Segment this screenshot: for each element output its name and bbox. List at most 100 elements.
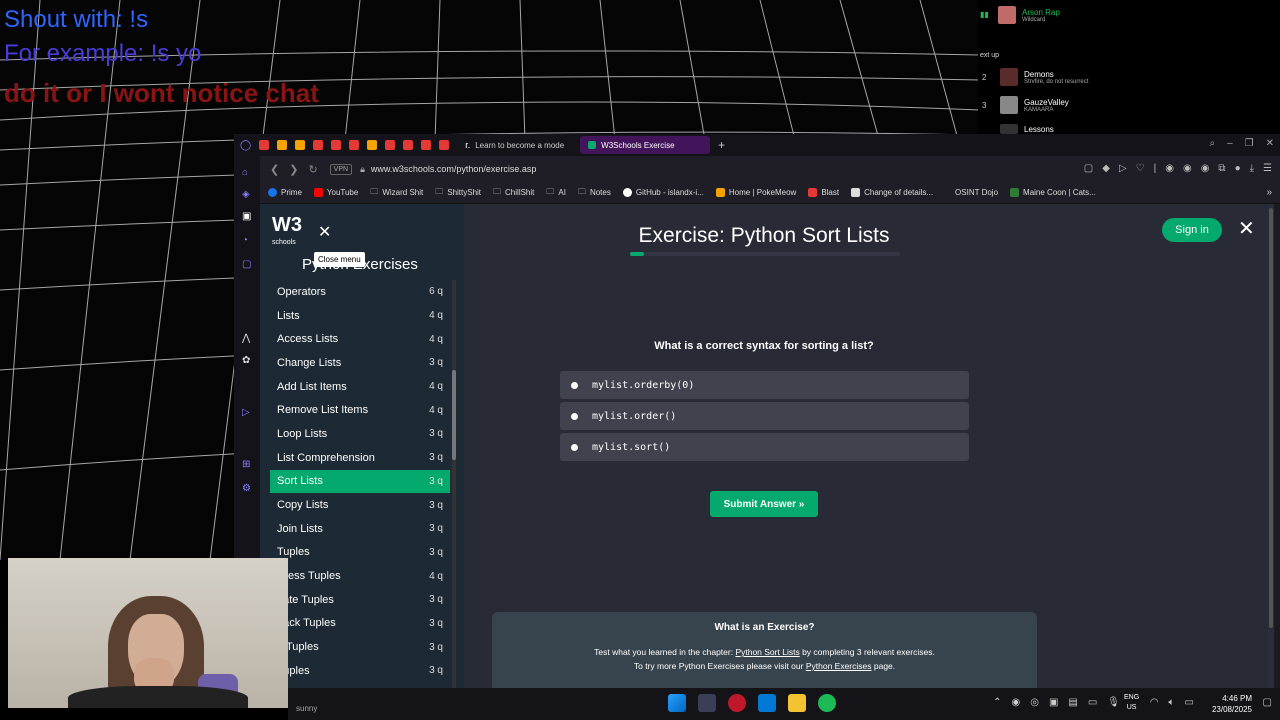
bookmark-maine-coon[interactable]: Maine Coon | Cats... [1010,188,1096,197]
python-exercises-link[interactable]: Python Exercises [806,661,872,671]
pinned-tab-icon[interactable] [295,140,306,150]
forward-icon[interactable]: ❯ [289,163,298,176]
submit-answer-button[interactable]: Submit Answer » [710,491,818,517]
pinned-tab-icon[interactable] [349,140,360,150]
menu-item[interactable]: List Comprehension 3 q [270,446,450,470]
notifications-icon[interactable]: ▢ [1263,697,1272,708]
profile-icon[interactable]: ● [1235,163,1241,174]
reload-icon[interactable]: ↻ [308,163,317,176]
maximize-icon[interactable]: ❐ [1245,138,1254,149]
tray-app-icon[interactable]: ▣ [1049,697,1058,708]
bookmark-osint-dojo[interactable]: OSINT Dojo [955,188,998,197]
shield-icon[interactable]: ◆ [1102,163,1110,174]
menu-item[interactable]: p Tuples 3 q [270,635,450,659]
extension-icon[interactable]: ◉ [1165,163,1174,174]
close-exercise-icon[interactable]: ✕ [1238,216,1255,241]
chapter-link[interactable]: Python Sort Lists [735,647,799,657]
tray-app-icon[interactable]: ▤ [1068,697,1077,708]
answer-option[interactable]: mylist.orderby(0) [560,371,969,399]
home-icon[interactable]: ⌂ [242,168,252,178]
pinned-tab-icon[interactable] [277,140,288,150]
bookmark-folder[interactable]: 🗀︎ AI [546,186,566,200]
messenger-icon[interactable]: ▢ [242,260,252,270]
search-tabs-icon[interactable]: ⌕ [1209,138,1215,149]
input-language[interactable]: ENG US [1124,693,1139,713]
menu-item[interactable]: Operators 6 q [270,280,450,304]
vpn-badge[interactable]: VPN [329,163,353,175]
menu-item[interactable]: date Tuples 3 q [270,588,450,612]
sign-in-button[interactable]: Sign in [1162,218,1222,242]
start-icon[interactable] [668,694,686,712]
menu-item[interactable]: Join Lists 3 q [270,517,450,541]
volume-icon[interactable]: 🔈︎ [1169,697,1175,708]
menu-item[interactable]: pack Tuples 3 q [270,612,450,636]
menu-icon[interactable]: ☰ [1263,163,1272,174]
play-icon[interactable]: ▷ [1119,163,1127,174]
extensions-puzzle-icon[interactable]: ⧉ [1218,163,1225,174]
menu-item[interactable]: Change Lists 3 q [270,351,450,375]
back-icon[interactable]: ❮ [270,163,279,176]
address-bar[interactable]: 🔒︎ www.w3schools.com/python/exercise.asp [360,164,536,175]
pinned-tab-icon[interactable] [259,140,270,150]
bookmark-prime[interactable]: Prime [268,188,302,197]
minimize-icon[interactable]: – [1227,138,1233,149]
queue-item[interactable]: 2 Demons Strvfire, do not resurrect [982,68,1088,86]
flow-icon[interactable]: ▷ [242,408,252,418]
menu-item[interactable]: Access Lists 4 q [270,327,450,351]
wifi-icon[interactable]: ◠ [1150,697,1159,708]
snapshot-icon[interactable]: ▢ [1084,163,1093,174]
menu-item[interactable]: Remove List Items 4 q [270,398,450,422]
chatgpt-icon[interactable]: ✿ [242,356,252,366]
battery-icon[interactable]: ▭ [1185,697,1194,708]
menu-scrollbar[interactable] [452,280,456,688]
opera-logo-icon[interactable]: ◯ [240,140,251,151]
extension-icon[interactable]: ◉ [1201,163,1210,174]
player-icon[interactable]: ▣ [242,212,252,222]
download-icon[interactable]: ⤓ [1250,163,1254,174]
bookmarks-more-icon[interactable]: » [1266,187,1272,198]
bookmark-pokemeow[interactable]: Home | PokeMeow [715,188,796,197]
bookmark-change-details[interactable]: Change of details... [851,188,933,197]
menu-item[interactable]: Add List Items 4 q [270,375,450,399]
tray-expand-icon[interactable]: ⌃ [993,697,1001,708]
ai-icon[interactable]: ⋀ [242,334,252,344]
gamepad-icon[interactable]: ◈ [242,190,252,200]
extensions-icon[interactable]: ⊞ [242,460,252,470]
bookmark-blast[interactable]: Blast [808,188,839,197]
menu-item[interactable]: Loop Lists 3 q [270,422,450,446]
extension-icon[interactable]: ◉ [1183,163,1192,174]
menu-item[interactable]: Tuples 3 q [270,541,450,565]
aria-icon[interactable]: ◔ [242,236,252,246]
vscode-icon[interactable] [758,694,776,712]
bookmark-folder[interactable]: 🗀︎ Notes [578,186,611,200]
queue-item[interactable]: 3 GauzeValley KAMAARA [982,96,1069,114]
taskbar-clock[interactable]: 4:46 PM 23/08/2025 [1212,693,1252,715]
pinned-tab-icon[interactable] [421,140,432,150]
opera-gx-icon[interactable] [728,694,746,712]
tab-w3schools-exercise[interactable]: W3Schools Exercise [580,136,711,154]
bookmark-folder[interactable]: 🗀︎ Wizard Shit [370,186,423,200]
file-explorer-icon[interactable] [788,694,806,712]
bookmark-github[interactable]: GitHub - islandx-i... [622,188,704,197]
pinned-tab-icon[interactable] [331,140,342,150]
usb-icon[interactable]: ▭ [1088,697,1097,708]
scrollbar-thumb[interactable] [452,370,456,460]
new-tab-icon[interactable]: + [718,138,725,152]
scrollbar-thumb[interactable] [1269,208,1273,628]
calculator-icon[interactable] [698,694,716,712]
answer-option[interactable]: mylist.sort() [560,433,969,461]
heart-icon[interactable]: ♡ [1136,163,1145,174]
microphone-icon[interactable]: 🎙︎ [1107,697,1120,708]
bookmark-folder[interactable]: 🗀︎ ChillShit [493,186,534,200]
settings-icon[interactable]: ⚙ [242,484,252,494]
bookmark-youtube[interactable]: YouTube [313,188,358,197]
menu-item[interactable]: Sort Lists 3 q [270,469,450,494]
w3schools-logo[interactable]: W3 schools [272,215,302,252]
discord-icon[interactable]: ◉ [1011,697,1020,708]
answer-option[interactable]: mylist.order() [560,402,969,430]
spotify-icon[interactable] [818,694,836,712]
pinned-tab-icon[interactable] [439,140,450,150]
page-scrollbar[interactable] [1268,204,1274,688]
close-menu-icon[interactable]: ✕ [318,222,331,242]
menu-item[interactable]: Lists 4 q [270,304,450,328]
